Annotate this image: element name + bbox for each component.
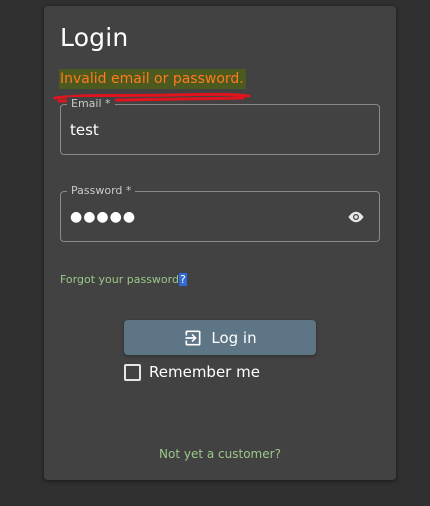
- remember-me-label: Remember me: [149, 363, 260, 381]
- login-button-label: Log in: [211, 328, 257, 347]
- password-field[interactable]: Password * ●●●●●: [60, 184, 380, 242]
- email-value: test: [70, 121, 99, 139]
- remember-me-checkbox[interactable]: [124, 363, 141, 381]
- login-icon: [185, 330, 201, 345]
- eye-icon[interactable]: [347, 210, 365, 224]
- password-label: Password *: [67, 184, 136, 198]
- forgot-password-text: Forgot your password: [60, 273, 179, 286]
- email-field[interactable]: Email * test: [60, 97, 380, 155]
- remember-me[interactable]: Remember me: [124, 363, 260, 381]
- login-card: Login Invalid email or password. Email *…: [44, 6, 396, 480]
- signup-link[interactable]: Not yet a customer?: [44, 447, 396, 461]
- error-message-wrapper: Invalid email or password.: [53, 68, 251, 103]
- login-button[interactable]: Log in: [124, 320, 316, 355]
- forgot-password-link[interactable]: Forgot your password?: [60, 273, 187, 286]
- forgot-password-selected-char: ?: [178, 273, 187, 286]
- email-label: Email *: [67, 97, 115, 111]
- page-title: Login: [60, 23, 129, 52]
- password-value: ●●●●●: [70, 209, 137, 225]
